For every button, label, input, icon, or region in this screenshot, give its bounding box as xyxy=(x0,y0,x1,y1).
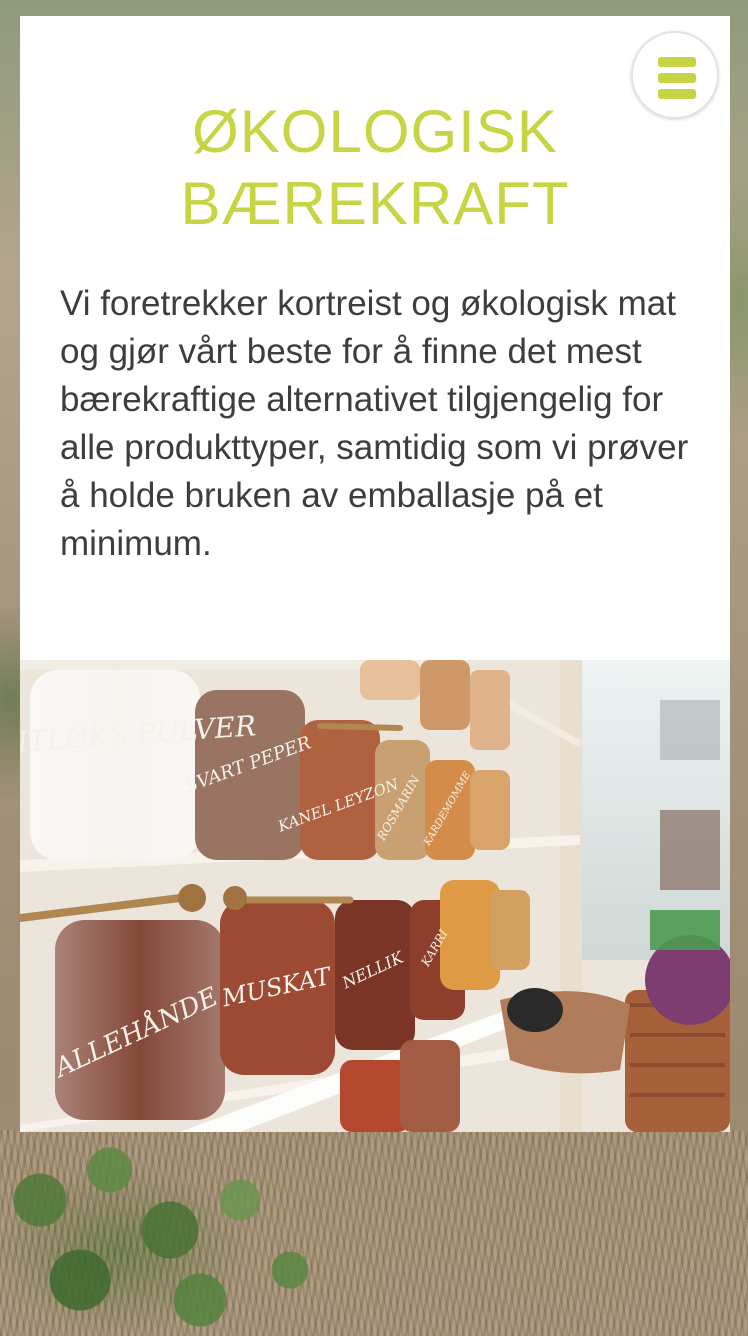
section-title-line-1: ØKOLOGISK xyxy=(192,98,558,165)
menu-button[interactable] xyxy=(631,31,719,119)
spice-jars-illustration: HVITLØKS PULVER SVART PEPER KANEL LEYZON… xyxy=(20,660,730,1132)
section-body-text: Vi foretrekker kortreist og økologisk ma… xyxy=(60,284,689,563)
spice-jars-photo: HVITLØKS PULVER SVART PEPER KANEL LEYZON… xyxy=(20,660,730,1132)
section-title-line-2: BÆREKRAFT xyxy=(180,170,570,237)
section-title: ØKOLOGISK BÆREKRAFT xyxy=(20,96,730,240)
hamburger-menu-icon xyxy=(658,57,696,99)
background-plant xyxy=(0,1140,330,1336)
content-card: ØKOLOGISK BÆREKRAFT Vi foretrekker kortr… xyxy=(20,16,730,660)
